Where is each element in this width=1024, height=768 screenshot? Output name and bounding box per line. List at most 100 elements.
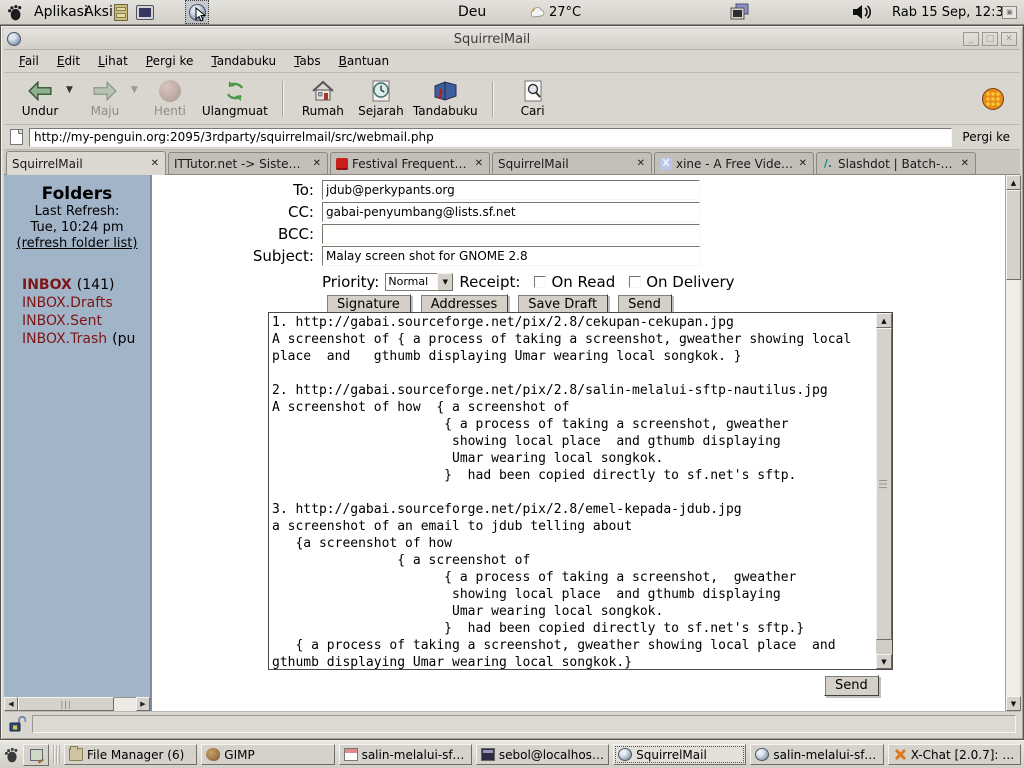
tab-close-icon[interactable]: ✕ bbox=[474, 158, 484, 169]
chevron-down-icon[interactable]: ▼ bbox=[437, 273, 453, 291]
window-title: SquirrelMail bbox=[21, 32, 963, 47]
to-input[interactable] bbox=[322, 180, 700, 200]
cc-input[interactable] bbox=[322, 202, 700, 222]
gnome-foot-icon[interactable] bbox=[3, 747, 19, 763]
folder-inbox-drafts[interactable]: INBOX.Drafts bbox=[22, 294, 150, 312]
menu-edit[interactable]: Edit bbox=[50, 52, 87, 70]
gimp-icon bbox=[206, 748, 220, 761]
on-delivery-checkbox[interactable] bbox=[629, 276, 641, 288]
bookmarks-icon bbox=[432, 80, 458, 102]
keyboard-layout-indicator[interactable]: Deu bbox=[456, 0, 488, 24]
folders-sidebar: Folders Last Refresh: Tue, 10:24 pm (ref… bbox=[4, 175, 152, 711]
task-label: sebol@localhost:~/ bbox=[499, 748, 604, 762]
last-refresh-time: Tue, 10:24 pm bbox=[4, 220, 150, 236]
scroll-right-icon[interactable]: ▶ bbox=[136, 697, 150, 711]
scrollbar-track[interactable] bbox=[114, 697, 136, 711]
titlebar[interactable]: SquirrelMail _ □ ✕ bbox=[4, 29, 1020, 50]
folder-link[interactable]: INBOX bbox=[22, 277, 72, 293]
menu-bantuan[interactable]: Bantuan bbox=[332, 52, 396, 70]
subject-input[interactable] bbox=[322, 246, 700, 266]
scrollbar-thumb[interactable] bbox=[1006, 190, 1021, 280]
menu-tabs[interactable]: Tabs bbox=[287, 52, 328, 70]
taskbar: File Manager (6) GIMP salin-melalui-sftp… bbox=[0, 740, 1024, 768]
panel-clock[interactable]: Rab 15 Sep, 12:38 bbox=[892, 0, 1012, 24]
scrollbar-thumb[interactable]: ||| bbox=[18, 697, 114, 711]
tab-close-icon[interactable]: ✕ bbox=[312, 158, 322, 169]
stop-button[interactable]: Henti bbox=[144, 75, 196, 123]
home-button[interactable]: Rumah bbox=[297, 75, 349, 123]
task-salin-browser[interactable]: salin-melalui-sftp-n bbox=[750, 744, 883, 765]
close-button[interactable]: ✕ bbox=[1001, 32, 1017, 46]
refresh-folder-list-link[interactable]: (refresh folder list) bbox=[4, 236, 150, 252]
menu-pergi-ke[interactable]: Pergi ke bbox=[139, 52, 201, 70]
tab-ittutor[interactable]: ITTutor.net -> Sistem ... ✕ bbox=[168, 152, 328, 174]
menu-lihat[interactable]: Lihat bbox=[91, 52, 135, 70]
folder-inbox-sent[interactable]: INBOX.Sent bbox=[22, 312, 150, 330]
folder-purge-link[interactable]: (pu bbox=[112, 331, 135, 347]
back-dropdown-icon[interactable]: ▼ bbox=[66, 85, 73, 95]
terminal-icon bbox=[481, 748, 495, 761]
screens-applet-icon[interactable] bbox=[730, 0, 750, 24]
scroll-down-icon[interactable]: ▼ bbox=[876, 654, 892, 669]
bookmarks-button[interactable]: Tandabuku bbox=[413, 75, 478, 123]
tab-close-icon[interactable]: ✕ bbox=[960, 158, 970, 169]
bcc-input[interactable] bbox=[322, 224, 700, 244]
scroll-up-icon[interactable]: ▲ bbox=[876, 313, 892, 328]
cc-label: CC: bbox=[152, 202, 318, 222]
tab-festival[interactable]: Festival Frequently... ✕ bbox=[330, 152, 490, 174]
tab-squirrelmail-2[interactable]: SquirrelMail ✕ bbox=[492, 152, 652, 174]
tab-close-icon[interactable]: ✕ bbox=[798, 158, 808, 169]
terminal-launcher-icon[interactable] bbox=[134, 0, 156, 24]
forward-button[interactable]: Maju bbox=[79, 75, 131, 123]
message-body-textarea[interactable] bbox=[269, 313, 876, 669]
tab-slashdot[interactable]: /. Slashdot | Batch-o... ✕ bbox=[816, 152, 976, 174]
scroll-up-icon[interactable]: ▲ bbox=[1006, 175, 1021, 190]
task-salin-image[interactable]: salin-melalui-sftp-n bbox=[339, 744, 472, 765]
window-vertical-scrollbar[interactable]: ▲ ▼ bbox=[1005, 175, 1020, 711]
scroll-left-icon[interactable]: ◀ bbox=[4, 697, 18, 711]
folder-inbox[interactable]: INBOX(141) bbox=[22, 276, 150, 294]
menu-fail[interactable]: Fail bbox=[12, 52, 46, 70]
gnome-foot-icon[interactable] bbox=[6, 0, 23, 24]
tray-icon[interactable]: ▣ bbox=[1002, 0, 1017, 24]
weather-applet[interactable]: 27°C bbox=[530, 0, 581, 24]
history-button[interactable]: Sejarah bbox=[355, 75, 407, 123]
folder-link[interactable]: INBOX.Sent bbox=[22, 313, 102, 329]
task-file-manager[interactable]: File Manager (6) bbox=[64, 744, 197, 765]
tab-close-icon[interactable]: ✕ bbox=[636, 158, 646, 169]
tasklist-handle[interactable] bbox=[53, 745, 60, 765]
search-button[interactable]: Cari bbox=[507, 75, 559, 123]
folder-link[interactable]: INBOX.Drafts bbox=[22, 295, 113, 311]
web-browser-launcher-icon[interactable] bbox=[185, 0, 209, 24]
on-read-checkbox[interactable] bbox=[534, 276, 546, 288]
task-terminal[interactable]: sebol@localhost:~/ bbox=[476, 744, 609, 765]
menu-tandabuku[interactable]: Tandabuku bbox=[204, 52, 283, 70]
tab-close-icon[interactable]: ✕ bbox=[150, 158, 160, 169]
folder-inbox-trash[interactable]: INBOX.Trash (pu bbox=[22, 330, 150, 348]
send-button-bottom[interactable]: Send bbox=[824, 675, 879, 696]
url-input[interactable] bbox=[29, 128, 952, 147]
task-xchat[interactable]: X-Chat [2.0.7]: sebol bbox=[888, 744, 1021, 765]
textarea-scrollbar[interactable]: ▲ ||| ▼ bbox=[876, 313, 892, 669]
volume-icon[interactable] bbox=[852, 0, 872, 24]
go-button[interactable]: Pergi ke bbox=[958, 130, 1014, 144]
minimize-button[interactable]: _ bbox=[963, 32, 979, 46]
task-gimp[interactable]: GIMP bbox=[201, 744, 334, 765]
priority-select[interactable]: Normal ▼ bbox=[385, 273, 453, 291]
priority-value: Normal bbox=[385, 273, 437, 291]
scrollbar-thumb[interactable]: ||| bbox=[876, 328, 892, 640]
task-squirrelmail[interactable]: SquirrelMail bbox=[613, 744, 746, 765]
forward-dropdown-icon[interactable]: ▼ bbox=[131, 85, 138, 95]
back-button[interactable]: Undur bbox=[14, 75, 66, 123]
folder-link[interactable]: INBOX.Trash bbox=[22, 331, 107, 347]
scroll-down-icon[interactable]: ▼ bbox=[1006, 696, 1021, 711]
cabinet-icon bbox=[114, 4, 128, 21]
show-desktop-button[interactable] bbox=[23, 744, 49, 766]
maximize-button[interactable]: □ bbox=[982, 32, 998, 46]
file-cabinet-launcher-icon[interactable] bbox=[110, 0, 132, 24]
to-label: To: bbox=[152, 180, 318, 200]
reload-button[interactable]: Ulangmuat bbox=[202, 75, 268, 123]
tab-squirrelmail-active[interactable]: SquirrelMail ✕ bbox=[6, 151, 166, 175]
sidebar-horizontal-scrollbar[interactable]: ◀ ||| ▶ bbox=[4, 697, 150, 711]
tab-xine[interactable]: X xine - A Free Video ... ✕ bbox=[654, 152, 814, 174]
